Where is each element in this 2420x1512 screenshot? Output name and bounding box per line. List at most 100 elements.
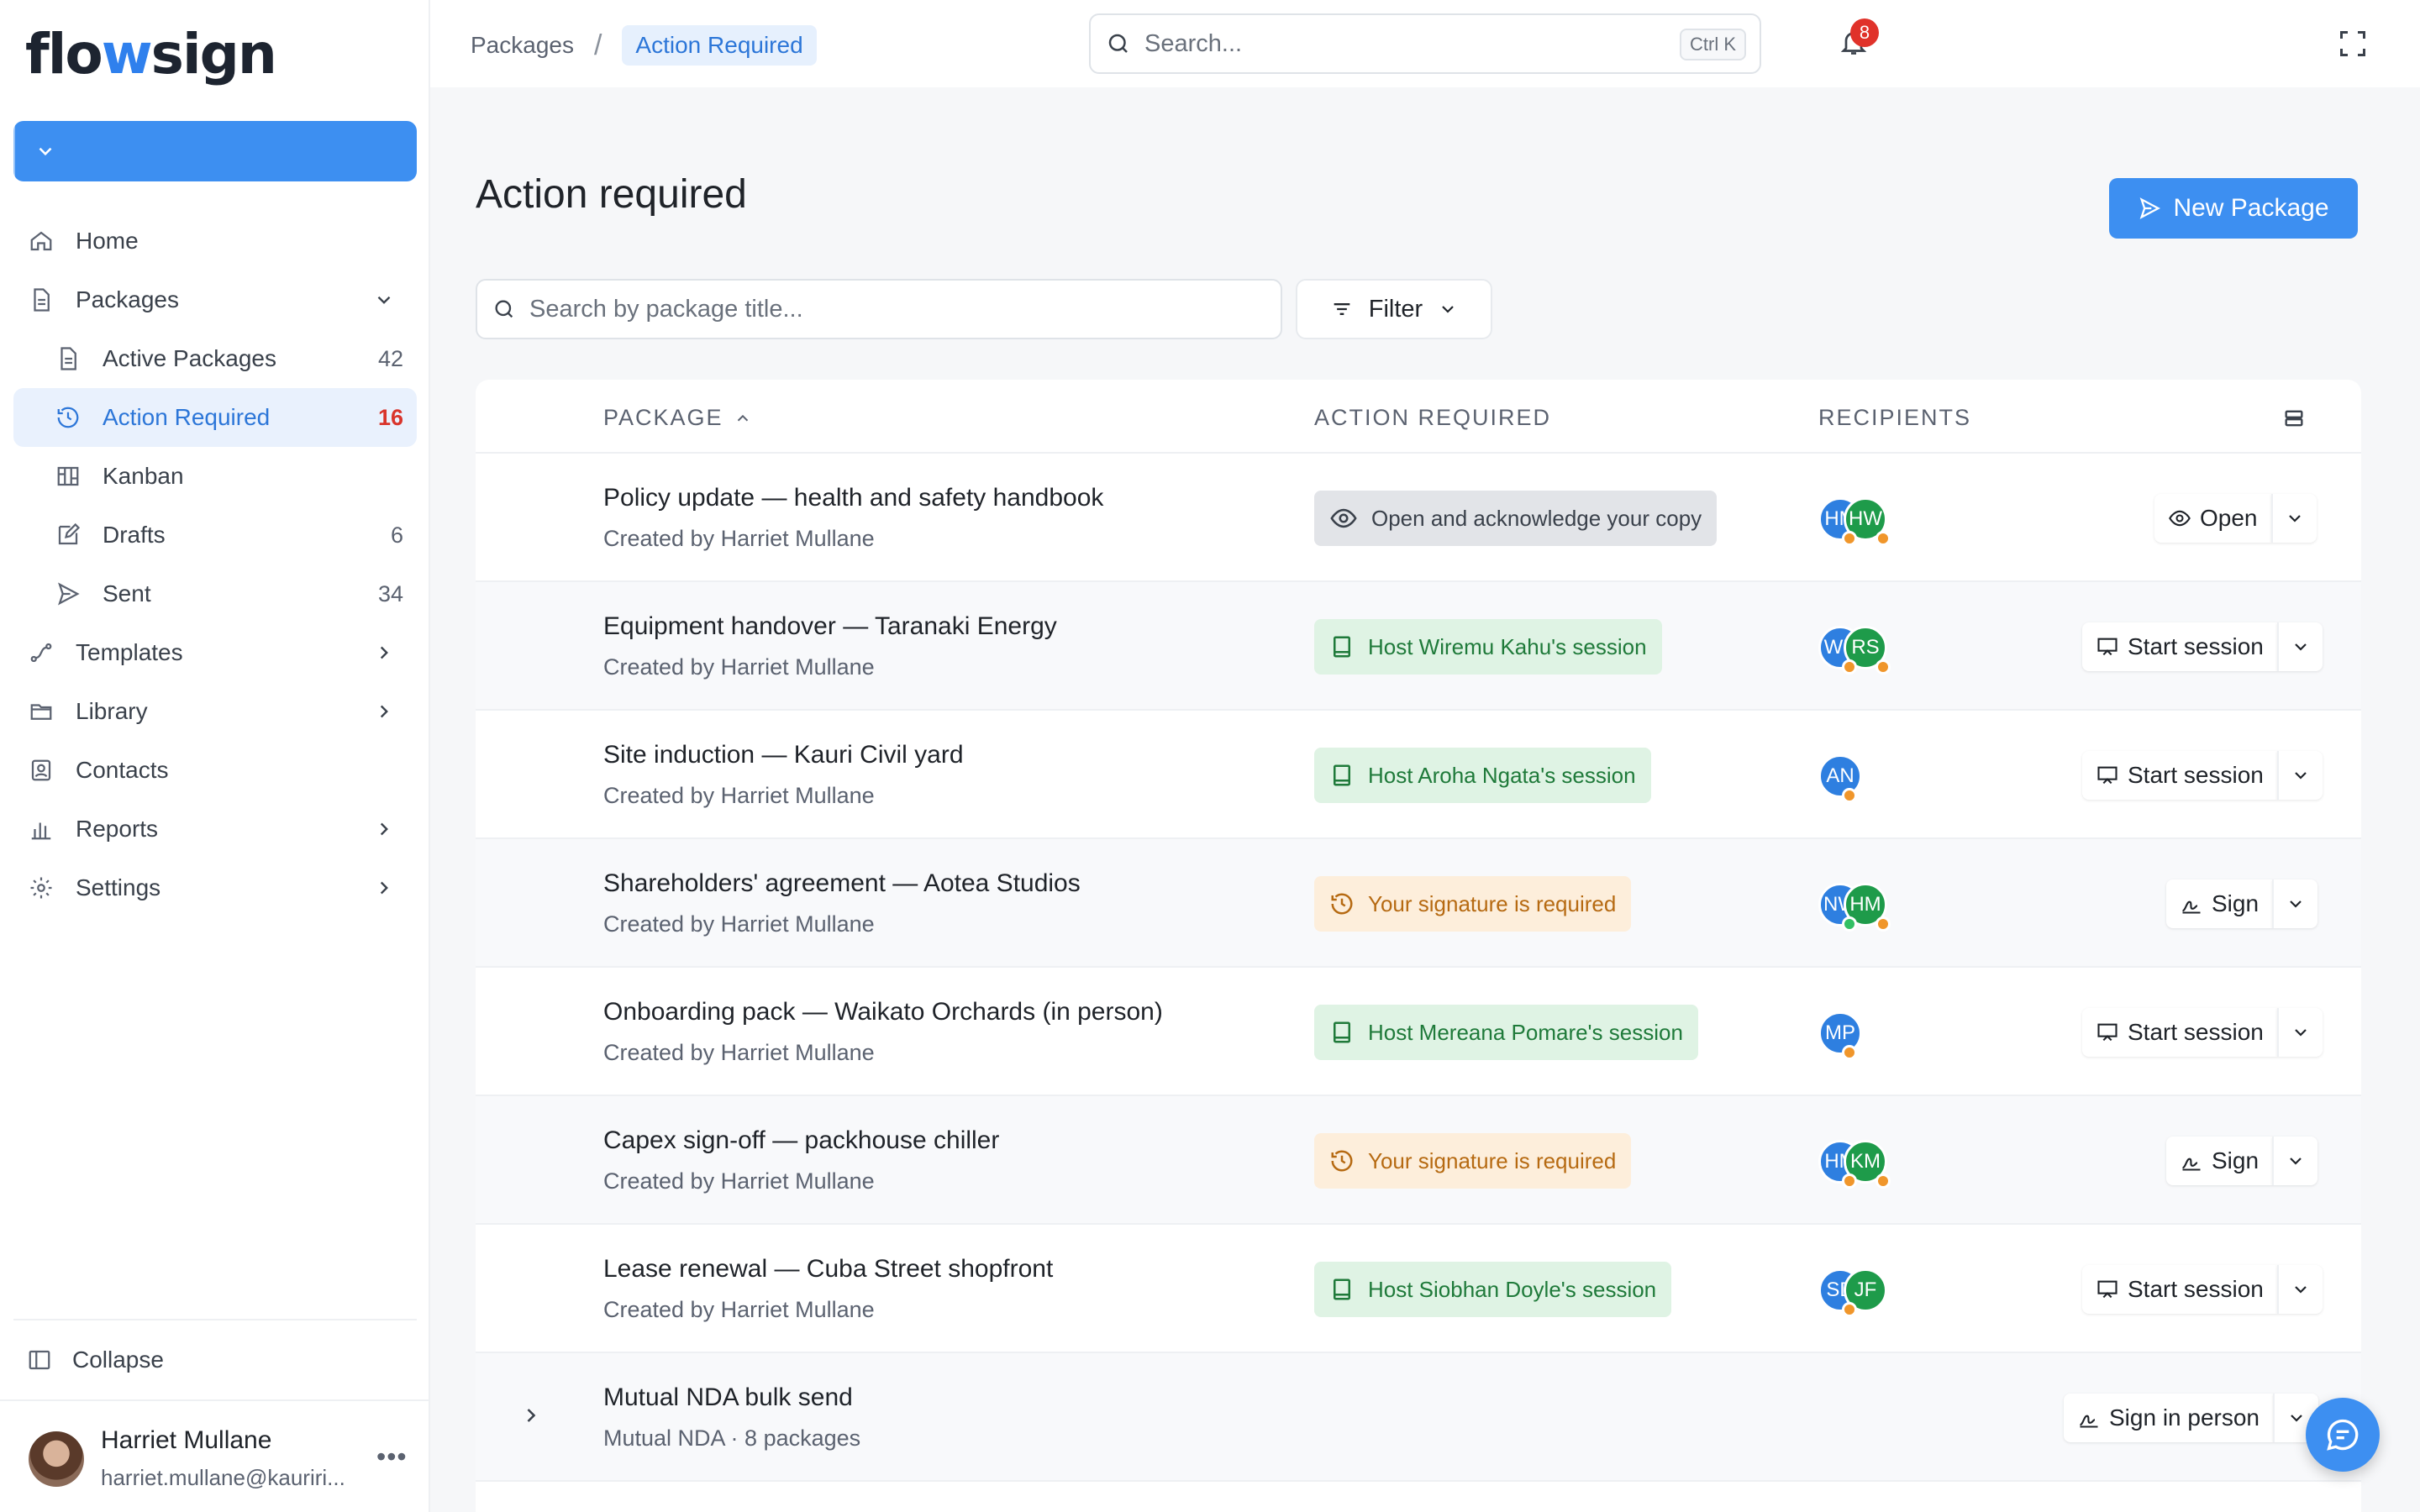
home-icon: [27, 227, 55, 255]
sign-button[interactable]: Sign: [2166, 879, 2273, 928]
more-options-icon[interactable]: •••: [376, 1441, 408, 1473]
rows-icon: [2282, 407, 2306, 430]
table-row[interactable]: Shareholders' agreement — Aotea Studios …: [476, 839, 2361, 968]
row-menu-button[interactable]: [2276, 1265, 2323, 1314]
chevron-down-icon: [2291, 637, 2311, 657]
package-title[interactable]: Equipment handover — Taranaki Energy: [603, 612, 1057, 641]
table-row[interactable]: Onboarding pack — Waikato Orchards (in p…: [476, 968, 2361, 1096]
sidebar-item-drafts[interactable]: Drafts 6: [13, 506, 417, 564]
start-session-button[interactable]: Start session: [2082, 622, 2277, 671]
package-creator: Created by Harriet Mullane: [603, 911, 875, 937]
sidebar-item-library[interactable]: Library: [13, 682, 417, 741]
sidebar-item-home[interactable]: Home: [13, 212, 417, 270]
row-menu-button[interactable]: [2276, 622, 2323, 671]
chevron-right-icon: [519, 1404, 543, 1427]
sidebar: flowsign New Package Home Packages Activ…: [0, 0, 510, 1512]
chevron-down-icon: [2291, 1022, 2311, 1042]
package-creator: Created by Harriet Mullane: [603, 526, 875, 551]
package-creator: Created by Harriet Mullane: [603, 1168, 875, 1194]
table-row[interactable]: Site induction — Kauri Civil yard Create…: [476, 711, 2361, 839]
presentation-icon: [2096, 1021, 2119, 1044]
row-menu-button[interactable]: [2272, 879, 2318, 928]
breadcrumb-packages[interactable]: Packages: [471, 32, 574, 59]
sidebar-item-kanban[interactable]: Kanban: [13, 447, 417, 506]
sidebar-item-templates[interactable]: Templates: [13, 623, 417, 682]
status-dot: [1842, 788, 1857, 803]
topbar: Packages / Action Required Search... Ctr…: [430, 0, 2420, 87]
table-row[interactable]: Policy update — health and safety handbo…: [476, 454, 2361, 582]
presentation-icon: [2096, 764, 2119, 787]
action-required-badge: Open and acknowledge your copy: [1314, 491, 1718, 546]
sign-button[interactable]: Sign: [2166, 1137, 2273, 1185]
expand-row-button[interactable]: [519, 1404, 543, 1427]
contacts-icon: [27, 756, 55, 785]
count-badge: 34: [377, 580, 403, 606]
collapse-sidebar-button[interactable]: Collapse: [13, 1319, 417, 1399]
package-creator: Created by Harriet Mullane: [603, 654, 875, 680]
status-dot: [1842, 1302, 1857, 1317]
sidebar-item-sent[interactable]: Sent 34: [13, 564, 417, 623]
package-search-input[interactable]: Search by package title...: [476, 279, 1282, 339]
chat-support-button[interactable]: [2306, 1398, 2380, 1472]
history-icon: [54, 403, 82, 432]
row-menu-button[interactable]: [2272, 1137, 2318, 1185]
filter-button[interactable]: Filter: [1296, 279, 1492, 339]
notification-badge: 8: [1850, 18, 1879, 47]
gear-icon: [27, 874, 55, 902]
package-group-summary: Mutual NDA · 8 packages: [603, 1425, 861, 1451]
table-row-group[interactable]: Mutual NDA bulk send Mutual NDA · 8 pack…: [476, 1353, 2361, 1482]
fullscreen-icon: [2338, 29, 2368, 59]
action-required-badge: Host Wiremu Kahu's session: [1314, 619, 1662, 675]
row-menu-button[interactable]: [2276, 1008, 2323, 1057]
table-row[interactable]: Lease renewal — Cuba Street shopfront Cr…: [476, 1225, 2361, 1353]
user-profile[interactable]: Harriet Mullane harriet.mullane@kauriri.…: [0, 1399, 430, 1512]
sidebar-item-action-required[interactable]: Action Required 16: [13, 388, 417, 447]
package-title[interactable]: Site induction — Kauri Civil yard: [603, 741, 964, 769]
start-session-button[interactable]: Start session: [2082, 1008, 2277, 1057]
row-action: Start session: [2082, 622, 2323, 671]
row-menu-button[interactable]: [2270, 494, 2317, 543]
column-settings-button[interactable]: [2282, 407, 2306, 430]
new-package-button[interactable]: New Package: [2109, 178, 2358, 239]
package-title[interactable]: Lease renewal — Cuba Street shopfront: [603, 1255, 1053, 1284]
status-dot: [1876, 1173, 1891, 1189]
chevron-right-icon: [373, 818, 395, 840]
global-search-input[interactable]: Search... Ctrl K: [1089, 13, 1761, 74]
app-logo[interactable]: flowsign: [25, 22, 277, 87]
main-content: Action required New Package Search by pa…: [430, 87, 2420, 1512]
open-button[interactable]: Open: [2154, 494, 2271, 543]
new-package-menu-button[interactable]: [13, 121, 76, 181]
sidebar-item-active-packages[interactable]: Active Packages 42: [13, 329, 417, 388]
sidebar-item-packages[interactable]: Packages: [13, 270, 417, 329]
package-creator: Created by Harriet Mullane: [603, 1040, 875, 1065]
status-dot: [1842, 1173, 1857, 1189]
start-session-button[interactable]: Start session: [2082, 751, 2277, 800]
sidebar-item-settings[interactable]: Settings: [13, 858, 417, 917]
package-title[interactable]: Onboarding pack — Waikato Orchards (in p…: [603, 998, 1163, 1026]
status-dot: [1876, 916, 1891, 932]
row-action: Sign: [2166, 1137, 2318, 1185]
package-title[interactable]: Policy update — health and safety handbo…: [603, 484, 1103, 512]
table-row[interactable]: Equipment handover — Taranaki Energy Cre…: [476, 582, 2361, 711]
sidebar-item-reports[interactable]: Reports: [13, 800, 417, 858]
breadcrumb-current[interactable]: Action Required: [622, 25, 817, 66]
package-title[interactable]: Capex sign-off — packhouse chiller: [603, 1126, 999, 1155]
status-dot: [1842, 916, 1857, 932]
sign-in-person-button[interactable]: Sign in person: [2064, 1394, 2274, 1442]
package-creator: Created by Harriet Mullane: [603, 783, 875, 808]
sidebar-nav: Home Packages Active Packages 42 Action …: [13, 212, 417, 917]
package-title[interactable]: Shareholders' agreement — Aotea Studios: [603, 869, 1081, 898]
row-action: Start session: [2082, 1008, 2323, 1057]
table-row[interactable]: Capex sign-off — packhouse chiller Creat…: [476, 1096, 2361, 1225]
row-action: Open: [2154, 494, 2317, 543]
user-email: harriet.mullane@kauriri...: [101, 1465, 345, 1490]
column-header-package[interactable]: PACKAGE: [603, 405, 752, 431]
chevron-down-icon: [2285, 508, 2305, 528]
fullscreen-button[interactable]: [2338, 29, 2368, 59]
sidebar-item-contacts[interactable]: Contacts: [13, 741, 417, 800]
row-menu-button[interactable]: [2276, 751, 2323, 800]
start-session-button[interactable]: Start session: [2082, 1265, 2277, 1314]
package-title[interactable]: Mutual NDA bulk send: [603, 1383, 853, 1412]
row-action: Sign: [2166, 879, 2318, 928]
breadcrumb-separator: /: [593, 29, 602, 61]
